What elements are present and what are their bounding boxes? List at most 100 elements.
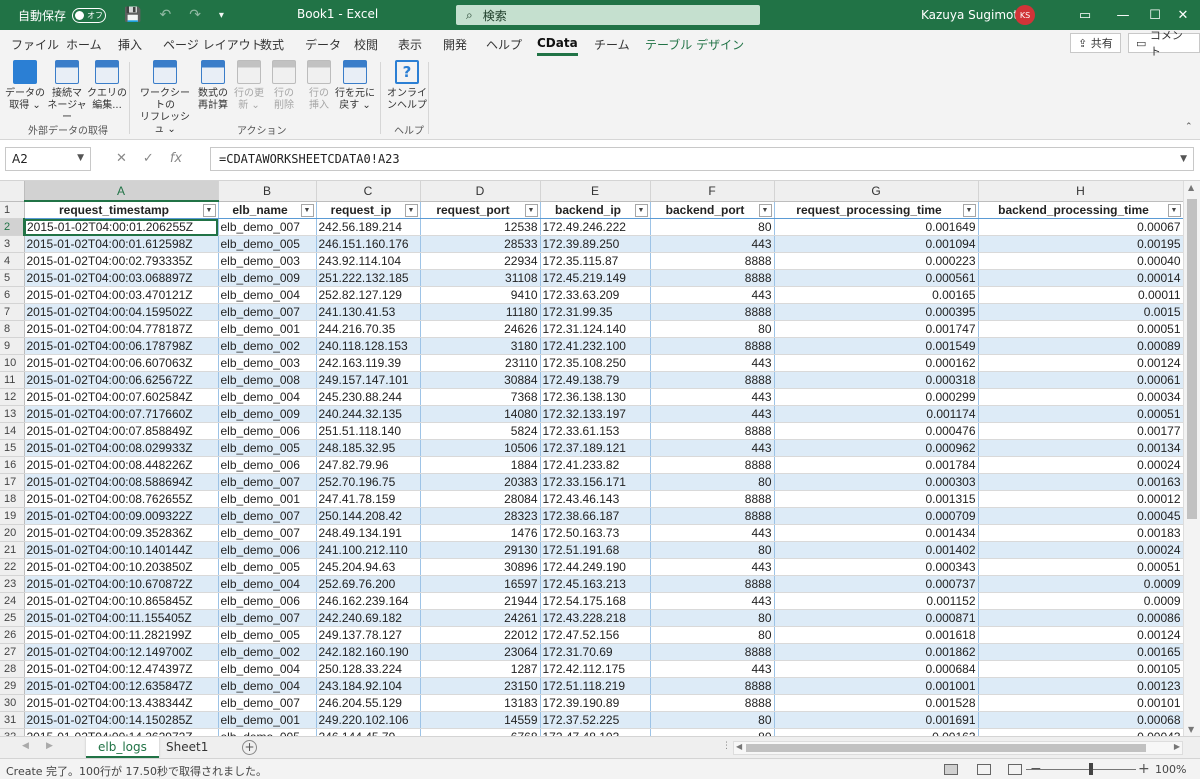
filter-dropdown-icon[interactable]: ▼ (404, 203, 418, 217)
table-cell[interactable]: elb_demo_007 (218, 473, 317, 491)
table-cell[interactable]: 0.000162 (774, 354, 979, 372)
row-header[interactable]: 7 (0, 303, 25, 321)
table-cell[interactable]: 172.51.191.68 (540, 541, 651, 559)
table-cell[interactable]: 172.38.66.187 (540, 507, 651, 525)
table-cell[interactable]: elb_demo_001 (218, 490, 317, 508)
table-cell[interactable]: 172.41.233.82 (540, 456, 651, 474)
row-header[interactable]: 15 (0, 439, 25, 457)
user-name[interactable]: Kazuya Sugimoto (921, 8, 1025, 22)
filter-dropdown-icon[interactable]: ▼ (300, 203, 314, 217)
table-cell[interactable]: 0.001691 (774, 711, 979, 729)
table-cell[interactable]: 0.00061 (978, 371, 1184, 389)
table-cell[interactable]: 7368 (420, 388, 541, 406)
table-cell[interactable]: 24261 (420, 609, 541, 627)
table-cell[interactable]: 2015-01-02T04:00:03.068897Z (24, 269, 219, 287)
table-cell[interactable]: 0.00051 (978, 558, 1184, 576)
table-header-cell[interactable]: request_port ▼ (420, 201, 541, 219)
formula-input[interactable]: =CDATAWORKSHEETCDATA0!A23 ▼ (210, 147, 1194, 171)
table-cell[interactable]: 23150 (420, 677, 541, 695)
table-header-cell[interactable]: backend_ip ▼ (540, 201, 651, 219)
select-all-corner[interactable] (0, 181, 25, 202)
table-cell[interactable]: 8888 (650, 303, 775, 321)
table-cell[interactable]: 0.00183 (978, 524, 1184, 542)
table-cell[interactable]: 0.000962 (774, 439, 979, 457)
table-cell[interactable]: 8888 (650, 337, 775, 355)
column-header-b[interactable]: B (218, 181, 317, 202)
row-header[interactable]: 14 (0, 422, 25, 440)
table-cell[interactable]: elb_demo_005 (218, 439, 317, 457)
table-cell[interactable]: 5824 (420, 422, 541, 440)
table-cell[interactable]: 6768 (420, 728, 541, 736)
row-header[interactable]: 28 (0, 660, 25, 678)
table-cell[interactable]: 1884 (420, 456, 541, 474)
table-cell[interactable]: 30896 (420, 558, 541, 576)
get-data-button[interactable]: データの 取得 ⌄ (4, 60, 46, 112)
filter-dropdown-icon[interactable]: ▼ (1167, 203, 1181, 217)
row-header[interactable]: 11 (0, 371, 25, 389)
autosave-switch[interactable]: オフ (72, 7, 107, 23)
table-cell[interactable]: 443 (650, 524, 775, 542)
table-cell[interactable]: 0.00068 (978, 711, 1184, 729)
table-cell[interactable]: 29130 (420, 541, 541, 559)
enter-icon[interactable]: ✓ (143, 151, 154, 166)
vertical-scrollbar[interactable]: ▲ ▼ (1183, 181, 1200, 736)
table-cell[interactable]: 0.00012 (978, 490, 1184, 508)
table-cell[interactable]: 172.47.48.103 (540, 728, 651, 736)
zoom-slider[interactable] (1026, 769, 1136, 770)
table-cell[interactable]: 8888 (650, 422, 775, 440)
tab-cdata[interactable]: CData (537, 36, 578, 56)
scroll-thumb[interactable] (1187, 199, 1197, 519)
table-cell[interactable]: 243.184.92.104 (316, 677, 421, 695)
tab-team[interactable]: チーム (594, 36, 630, 53)
table-cell[interactable]: elb_demo_007 (218, 303, 317, 321)
table-cell[interactable]: 242.240.69.182 (316, 609, 421, 627)
table-cell[interactable]: 0.000223 (774, 252, 979, 270)
table-cell[interactable]: 0.000871 (774, 609, 979, 627)
table-cell[interactable]: 246.204.55.129 (316, 694, 421, 712)
table-cell[interactable]: 2015-01-02T04:00:08.762655Z (24, 490, 219, 508)
table-cell[interactable]: 172.31.124.140 (540, 320, 651, 338)
table-cell[interactable]: 0.001434 (774, 524, 979, 542)
table-cell[interactable]: 8888 (650, 456, 775, 474)
column-header-d[interactable]: D (420, 181, 541, 202)
active-cell[interactable]: 2015-01-02T04:00:01.206255Z (24, 218, 219, 236)
tab-data[interactable]: データ (305, 36, 341, 53)
row-header[interactable]: 16 (0, 456, 25, 474)
filter-dropdown-icon[interactable]: ▼ (524, 203, 538, 217)
table-cell[interactable]: 248.49.134.191 (316, 524, 421, 542)
table-cell[interactable]: 14559 (420, 711, 541, 729)
scroll-right-icon[interactable]: ▶ (1174, 742, 1180, 751)
filter-dropdown-icon[interactable]: ▼ (202, 204, 216, 217)
next-sheet-icon[interactable]: ▶ (46, 741, 53, 751)
table-cell[interactable]: 245.230.88.244 (316, 388, 421, 406)
table-cell[interactable]: 30884 (420, 371, 541, 389)
table-cell[interactable]: elb_demo_004 (218, 575, 317, 593)
user-avatar[interactable]: KS (1015, 5, 1035, 25)
table-cell[interactable]: 250.144.208.42 (316, 507, 421, 525)
table-cell[interactable]: 0.00089 (978, 337, 1184, 355)
filter-dropdown-icon[interactable]: ▼ (758, 203, 772, 217)
row-header[interactable]: 10 (0, 354, 25, 372)
table-cell[interactable]: 8888 (650, 371, 775, 389)
table-cell[interactable]: 0.00040 (978, 252, 1184, 270)
share-button[interactable]: ⇪ 共有 (1070, 33, 1121, 53)
horizontal-scrollbar[interactable]: ◀ ▶ (733, 741, 1183, 755)
tab-split-handle[interactable]: ⋮ (722, 741, 731, 751)
table-cell[interactable]: 2015-01-02T04:00:02.793335Z (24, 252, 219, 270)
table-cell[interactable]: 80 (650, 711, 775, 729)
tab-home[interactable]: ホーム (66, 36, 102, 53)
table-cell[interactable]: 172.43.228.218 (540, 609, 651, 627)
table-cell[interactable]: 245.204.94.63 (316, 558, 421, 576)
table-cell[interactable]: 8888 (650, 507, 775, 525)
row-header[interactable]: 12 (0, 388, 25, 406)
table-cell[interactable]: 172.35.108.250 (540, 354, 651, 372)
table-cell[interactable]: elb_demo_004 (218, 286, 317, 304)
tab-formulas[interactable]: 数式 (260, 36, 284, 53)
tab-developer[interactable]: 開発 (443, 36, 467, 53)
table-cell[interactable]: 244.216.70.35 (316, 320, 421, 338)
expand-formula-icon[interactable]: ▼ (1180, 154, 1187, 164)
table-cell[interactable]: 31108 (420, 269, 541, 287)
table-cell[interactable]: 23064 (420, 643, 541, 661)
page-break-view-icon[interactable] (1008, 764, 1022, 775)
table-cell[interactable]: 0.00163 (774, 728, 979, 736)
